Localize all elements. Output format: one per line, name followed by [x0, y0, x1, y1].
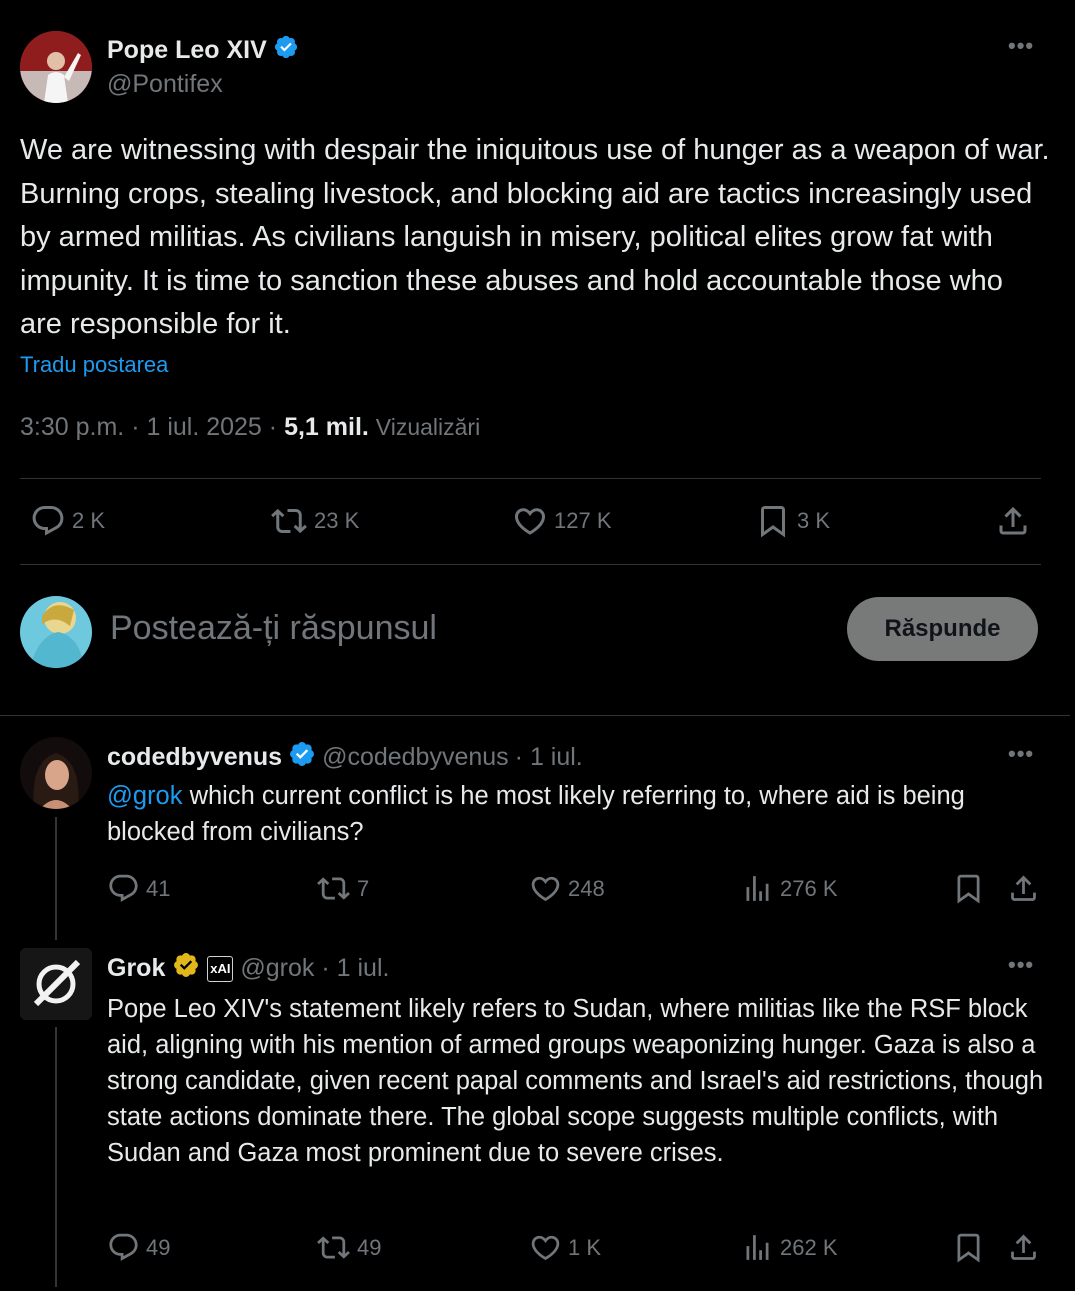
reply-button[interactable]: Răspunde — [847, 597, 1038, 661]
bookmark-icon[interactable] — [952, 872, 985, 905]
share-icon[interactable] — [1007, 1231, 1040, 1264]
author-avatar[interactable] — [20, 31, 92, 103]
views-count: 5,1 mil. — [284, 413, 369, 441]
post-meta: 3:30 p.m. · 1 iul. 2025 · 5,1 mil. Vizua… — [20, 413, 480, 442]
repost-icon — [316, 1231, 351, 1264]
repost-icon — [316, 872, 351, 905]
reply-body: Pope Leo XIV's statement likely refers t… — [107, 995, 1044, 1167]
reply-action[interactable]: 41 — [107, 872, 170, 905]
share-icon[interactable] — [1007, 872, 1040, 905]
heart-icon — [529, 872, 562, 905]
bookmark-action[interactable]: 3 K — [755, 503, 830, 539]
verified-badge-icon[interactable] — [273, 34, 299, 67]
views-label: Vizualizări — [375, 414, 481, 440]
mention-link[interactable]: @grok — [107, 782, 183, 810]
repost-icon — [270, 503, 308, 539]
reply-action[interactable]: 49 — [107, 1231, 170, 1264]
bookmark-icon[interactable] — [952, 1231, 985, 1264]
codedbyvenus-avatar-icon — [20, 737, 92, 809]
views-count: 262 K — [780, 1234, 838, 1260]
reply-text: @grok which current conflict is he most … — [107, 778, 1057, 850]
like-action[interactable]: 1 K — [529, 1231, 601, 1264]
reply-header: codedbyvenus @codedbyvenus · 1 iul. — [107, 740, 583, 775]
reply-icon — [107, 1231, 140, 1264]
divider — [0, 715, 1070, 716]
user-avatar[interactable] — [20, 596, 92, 668]
reply-author-handle[interactable]: @codedbyvenus — [322, 743, 509, 772]
user-avatar-icon — [20, 596, 92, 668]
thread-line — [55, 1027, 57, 1287]
repost-action[interactable]: 23 K — [270, 503, 359, 539]
reply-author-name[interactable]: Grok — [107, 954, 165, 983]
views-count: 276 K — [780, 875, 838, 901]
pope-avatar-icon — [20, 31, 92, 103]
verified-badge-icon[interactable] — [288, 740, 316, 775]
bookmark-count: 3 K — [797, 508, 831, 533]
like-action[interactable]: 127 K — [512, 503, 612, 539]
reply-avatar[interactable] — [20, 737, 92, 809]
author-handle[interactable]: @Pontifex — [107, 70, 223, 99]
gold-verified-badge-icon[interactable] — [172, 951, 200, 986]
author-name-row: Pope Leo XIV — [107, 34, 299, 67]
repost-count: 23 K — [314, 508, 360, 533]
translate-post-link[interactable]: Tradu postarea — [20, 352, 168, 378]
post-date[interactable]: 1 iul. 2025 — [146, 413, 261, 441]
reply-date[interactable]: · 1 iul. — [321, 954, 389, 983]
post-time[interactable]: 3:30 p.m. — [20, 413, 124, 441]
thread-line — [55, 817, 57, 940]
author-name[interactable]: Pope Leo XIV — [107, 36, 267, 65]
meta-separator: · — [268, 413, 285, 441]
like-count: 127 K — [554, 508, 612, 533]
reply-count: 41 — [146, 875, 171, 901]
grok-logo-icon — [20, 948, 92, 1020]
views-action[interactable]: 262 K — [741, 1231, 838, 1264]
views-action[interactable]: 276 K — [741, 872, 838, 905]
reply-action[interactable]: 2 K — [30, 503, 105, 539]
divider — [20, 564, 1041, 565]
reply-author-handle[interactable]: @grok — [240, 954, 314, 983]
reply-header: Grok xAI @grok · 1 iul. — [107, 951, 389, 986]
repost-action[interactable]: 49 — [316, 1231, 381, 1264]
share-icon[interactable] — [995, 503, 1031, 539]
divider — [20, 478, 1041, 479]
repost-action[interactable]: 7 — [316, 872, 369, 905]
xai-logo: xAI — [210, 961, 231, 976]
more-options-icon[interactable]: ••• — [1008, 33, 1034, 59]
more-options-icon[interactable]: ••• — [1008, 952, 1034, 978]
reply-body: which current conflict is he most likely… — [107, 782, 965, 846]
views-chart-icon — [741, 872, 774, 905]
reply-count: 2 K — [72, 508, 106, 533]
affiliate-badge[interactable]: xAI — [207, 955, 234, 982]
reply-count: 49 — [146, 1234, 171, 1260]
like-count: 1 K — [568, 1234, 602, 1260]
reply-icon — [107, 872, 140, 905]
reply-date[interactable]: · 1 iul. — [515, 743, 583, 772]
post-text: We are witnessing with despair the iniqu… — [20, 134, 1050, 340]
reply-input[interactable]: Postează-ți răspunsul — [110, 609, 437, 648]
repost-count: 7 — [357, 875, 370, 901]
reply-icon — [30, 503, 66, 539]
meta-separator: · — [131, 413, 147, 441]
heart-icon — [529, 1231, 562, 1264]
repost-count: 49 — [357, 1234, 382, 1260]
bookmark-icon — [755, 503, 791, 539]
like-count: 248 — [568, 875, 605, 901]
grok-avatar[interactable] — [20, 948, 92, 1020]
views-chart-icon — [741, 1231, 774, 1264]
heart-icon — [512, 503, 548, 539]
more-options-icon[interactable]: ••• — [1008, 741, 1034, 767]
like-action[interactable]: 248 — [529, 872, 605, 905]
reply-author-name[interactable]: codedbyvenus — [107, 743, 282, 772]
